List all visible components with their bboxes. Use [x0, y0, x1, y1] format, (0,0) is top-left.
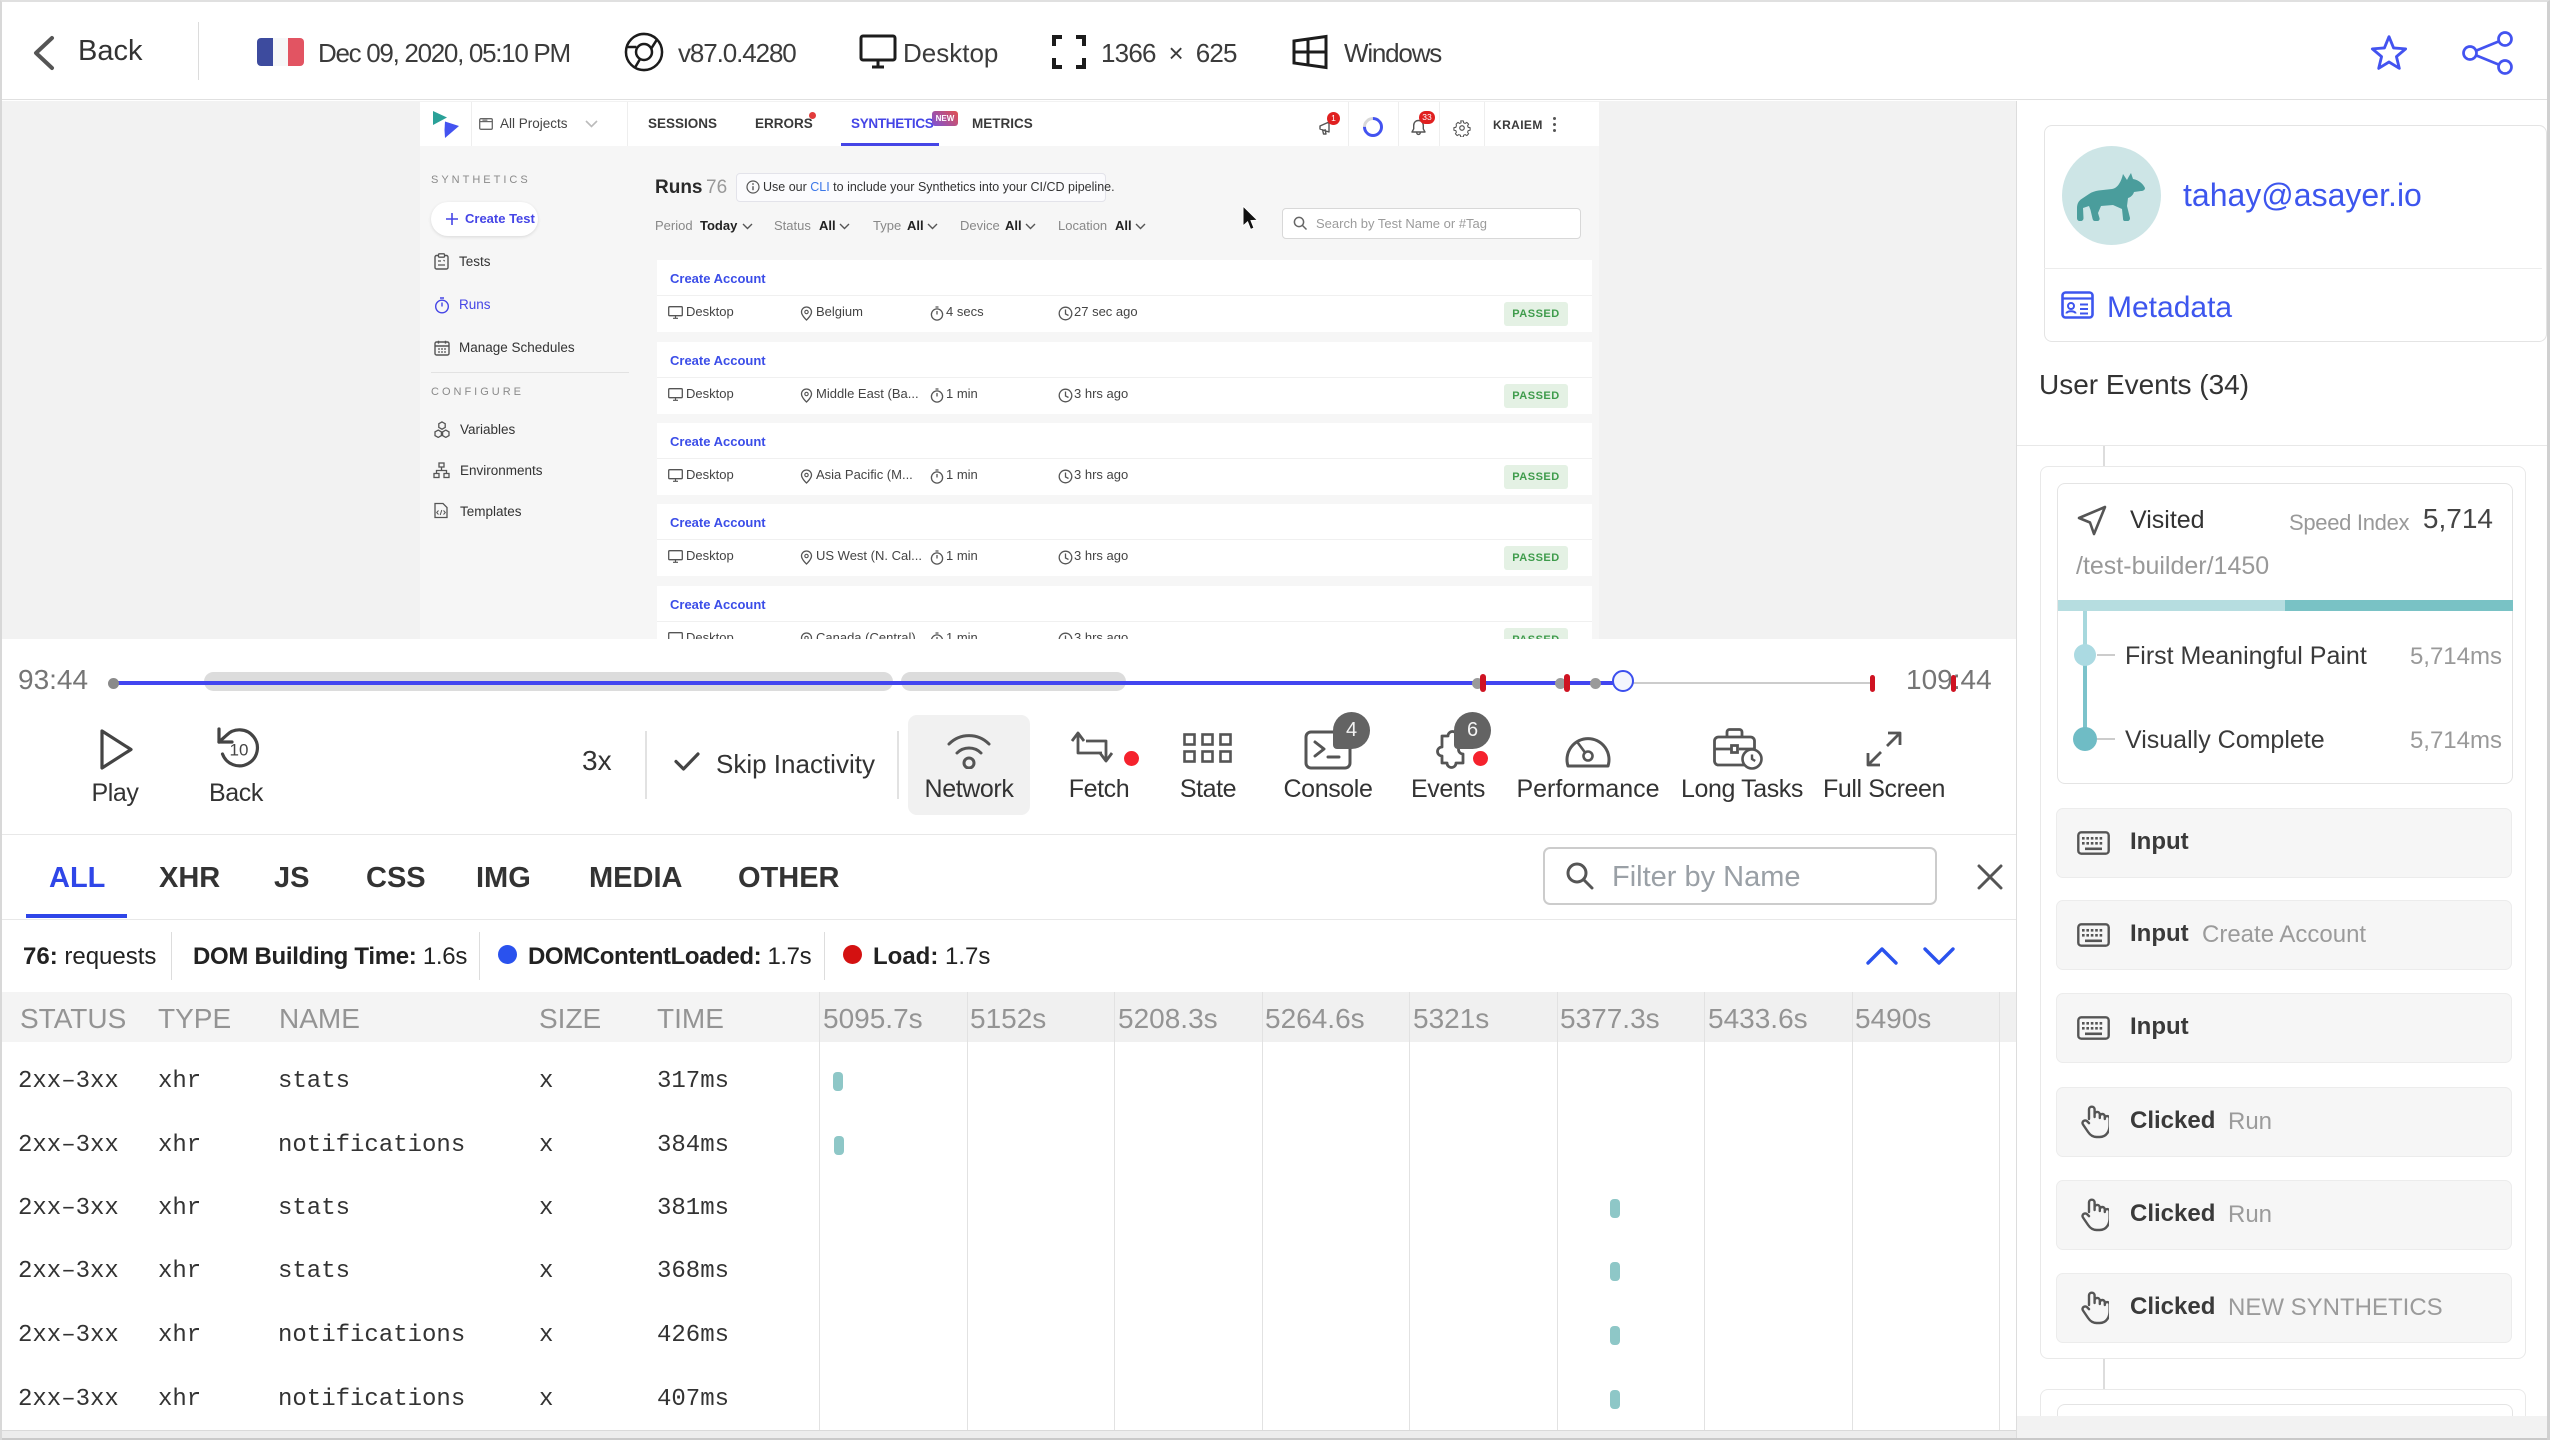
- svg-text:10: 10: [230, 741, 249, 760]
